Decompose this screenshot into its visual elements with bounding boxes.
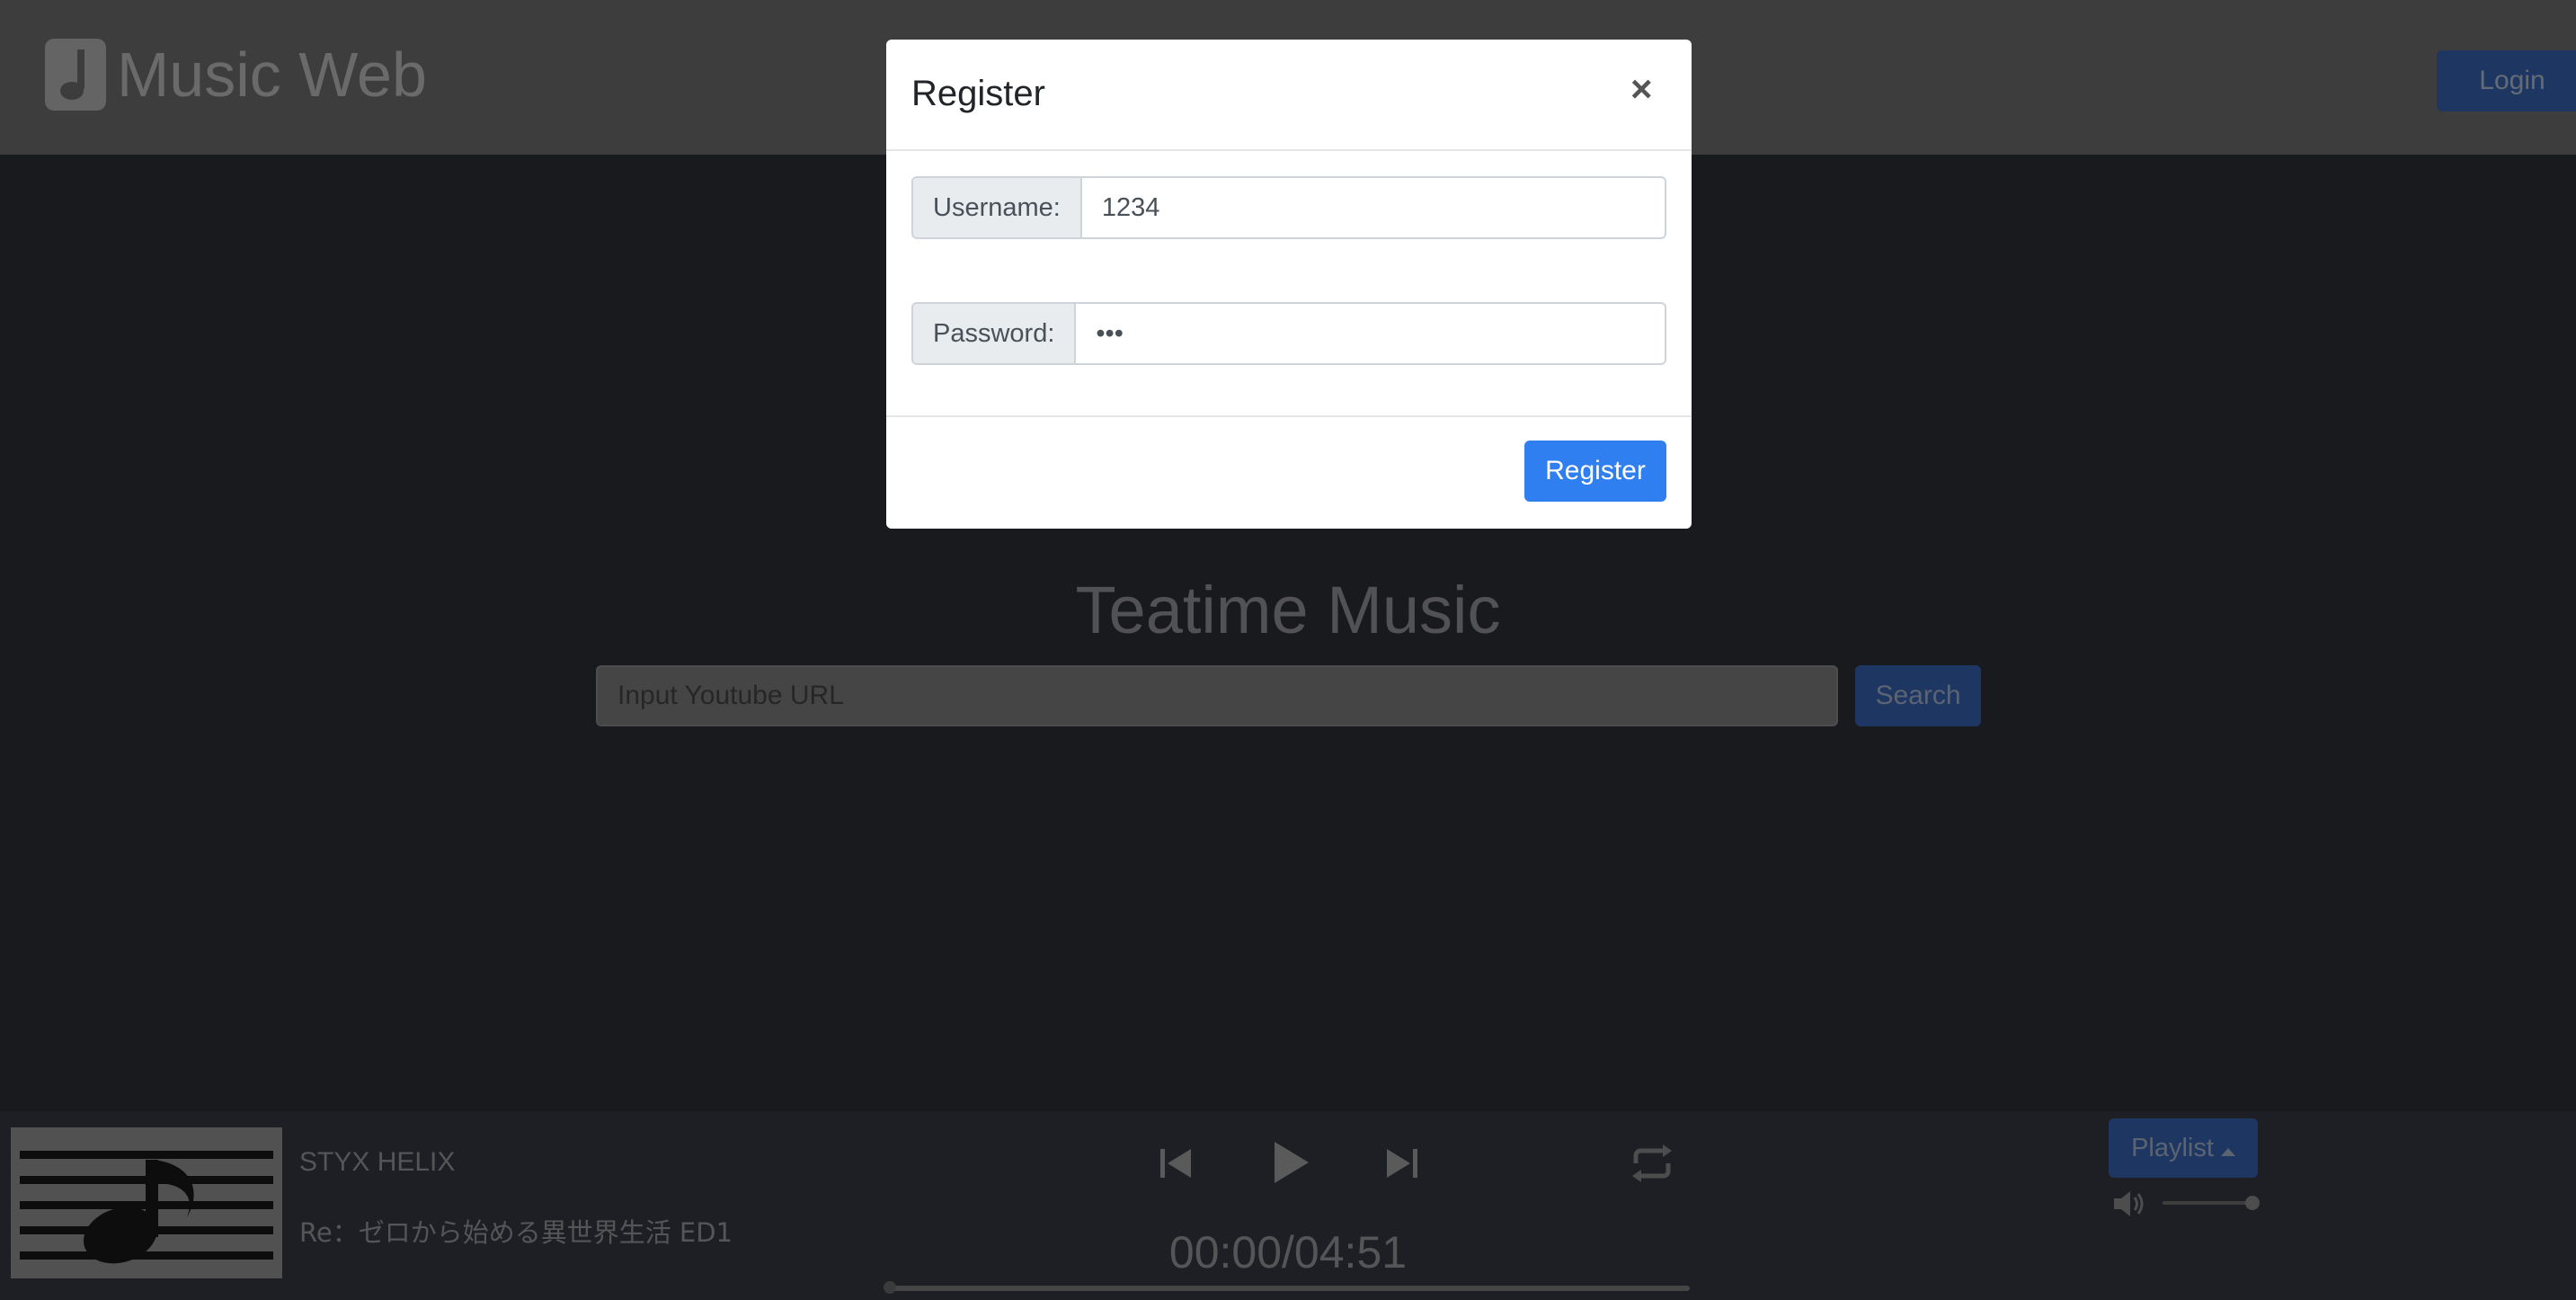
modal-header: Register × (886, 40, 1692, 151)
username-field[interactable]: 1234 (1081, 176, 1666, 239)
username-label: Username: (911, 176, 1082, 239)
password-field[interactable]: ••• (1076, 302, 1666, 365)
register-modal: Register × Username: 1234 Password: ••• … (886, 40, 1692, 529)
register-button[interactable]: Register (1524, 441, 1666, 502)
password-label: Password: (911, 302, 1077, 365)
modal-title: Register (911, 74, 1045, 113)
password-group: Password: ••• (911, 302, 1666, 365)
username-group: Username: 1234 (911, 176, 1666, 239)
page: Music Web Login Teatime Music Input Yout… (0, 0, 2576, 1300)
close-icon[interactable]: × (1630, 70, 1653, 108)
